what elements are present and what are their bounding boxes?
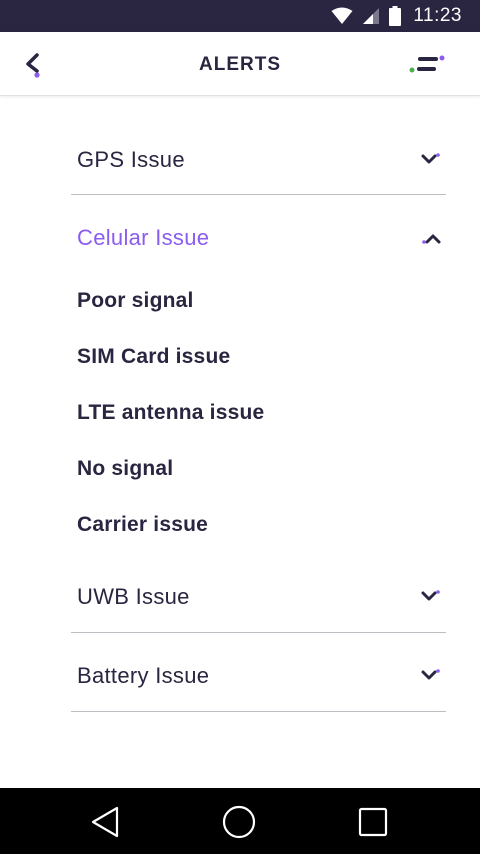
sub-item-poor-signal[interactable]: Poor signal	[77, 289, 194, 313]
nav-back-button[interactable]	[85, 802, 125, 842]
section-gps-issue[interactable]: GPS Issue	[71, 112, 446, 190]
recents-square-icon	[358, 807, 388, 837]
cell-signal-icon	[363, 8, 380, 24]
system-nav-bar	[0, 788, 480, 854]
status-bar: 11:23	[0, 0, 480, 32]
app-bar: ALERTS	[0, 32, 480, 96]
menu-icon	[409, 55, 445, 73]
section-label: Celular Issue	[77, 225, 210, 250]
menu-button[interactable]	[406, 52, 448, 78]
battery-icon	[389, 6, 402, 26]
section-label: Battery Issue	[77, 663, 210, 688]
chevron-down-icon	[421, 590, 440, 601]
nav-recents-button[interactable]	[353, 802, 393, 842]
chevron-down-icon	[421, 153, 440, 164]
wifi-icon	[331, 7, 353, 24]
section-label: GPS Issue	[77, 147, 185, 172]
sub-item-lte-antenna-issue[interactable]: LTE antenna issue	[77, 401, 264, 425]
sub-item-no-signal[interactable]: No signal	[77, 457, 173, 481]
sub-item-carrier-issue[interactable]: Carrier issue	[77, 513, 208, 537]
section-uwb-issue[interactable]: UWB Issue	[71, 549, 446, 627]
section-battery-issue[interactable]: Battery Issue	[71, 628, 446, 706]
section-celular-issue[interactable]: Celular Issue	[71, 190, 446, 268]
divider	[71, 711, 446, 712]
clock: 11:23	[413, 5, 462, 26]
home-circle-icon	[222, 805, 256, 839]
back-triangle-icon	[91, 806, 119, 838]
chevron-up-icon	[422, 234, 441, 244]
nav-home-button[interactable]	[219, 802, 259, 842]
chevron-down-icon	[421, 669, 440, 680]
sub-item-sim-card-issue[interactable]: SIM Card issue	[77, 345, 230, 369]
section-label: UWB Issue	[77, 584, 190, 609]
